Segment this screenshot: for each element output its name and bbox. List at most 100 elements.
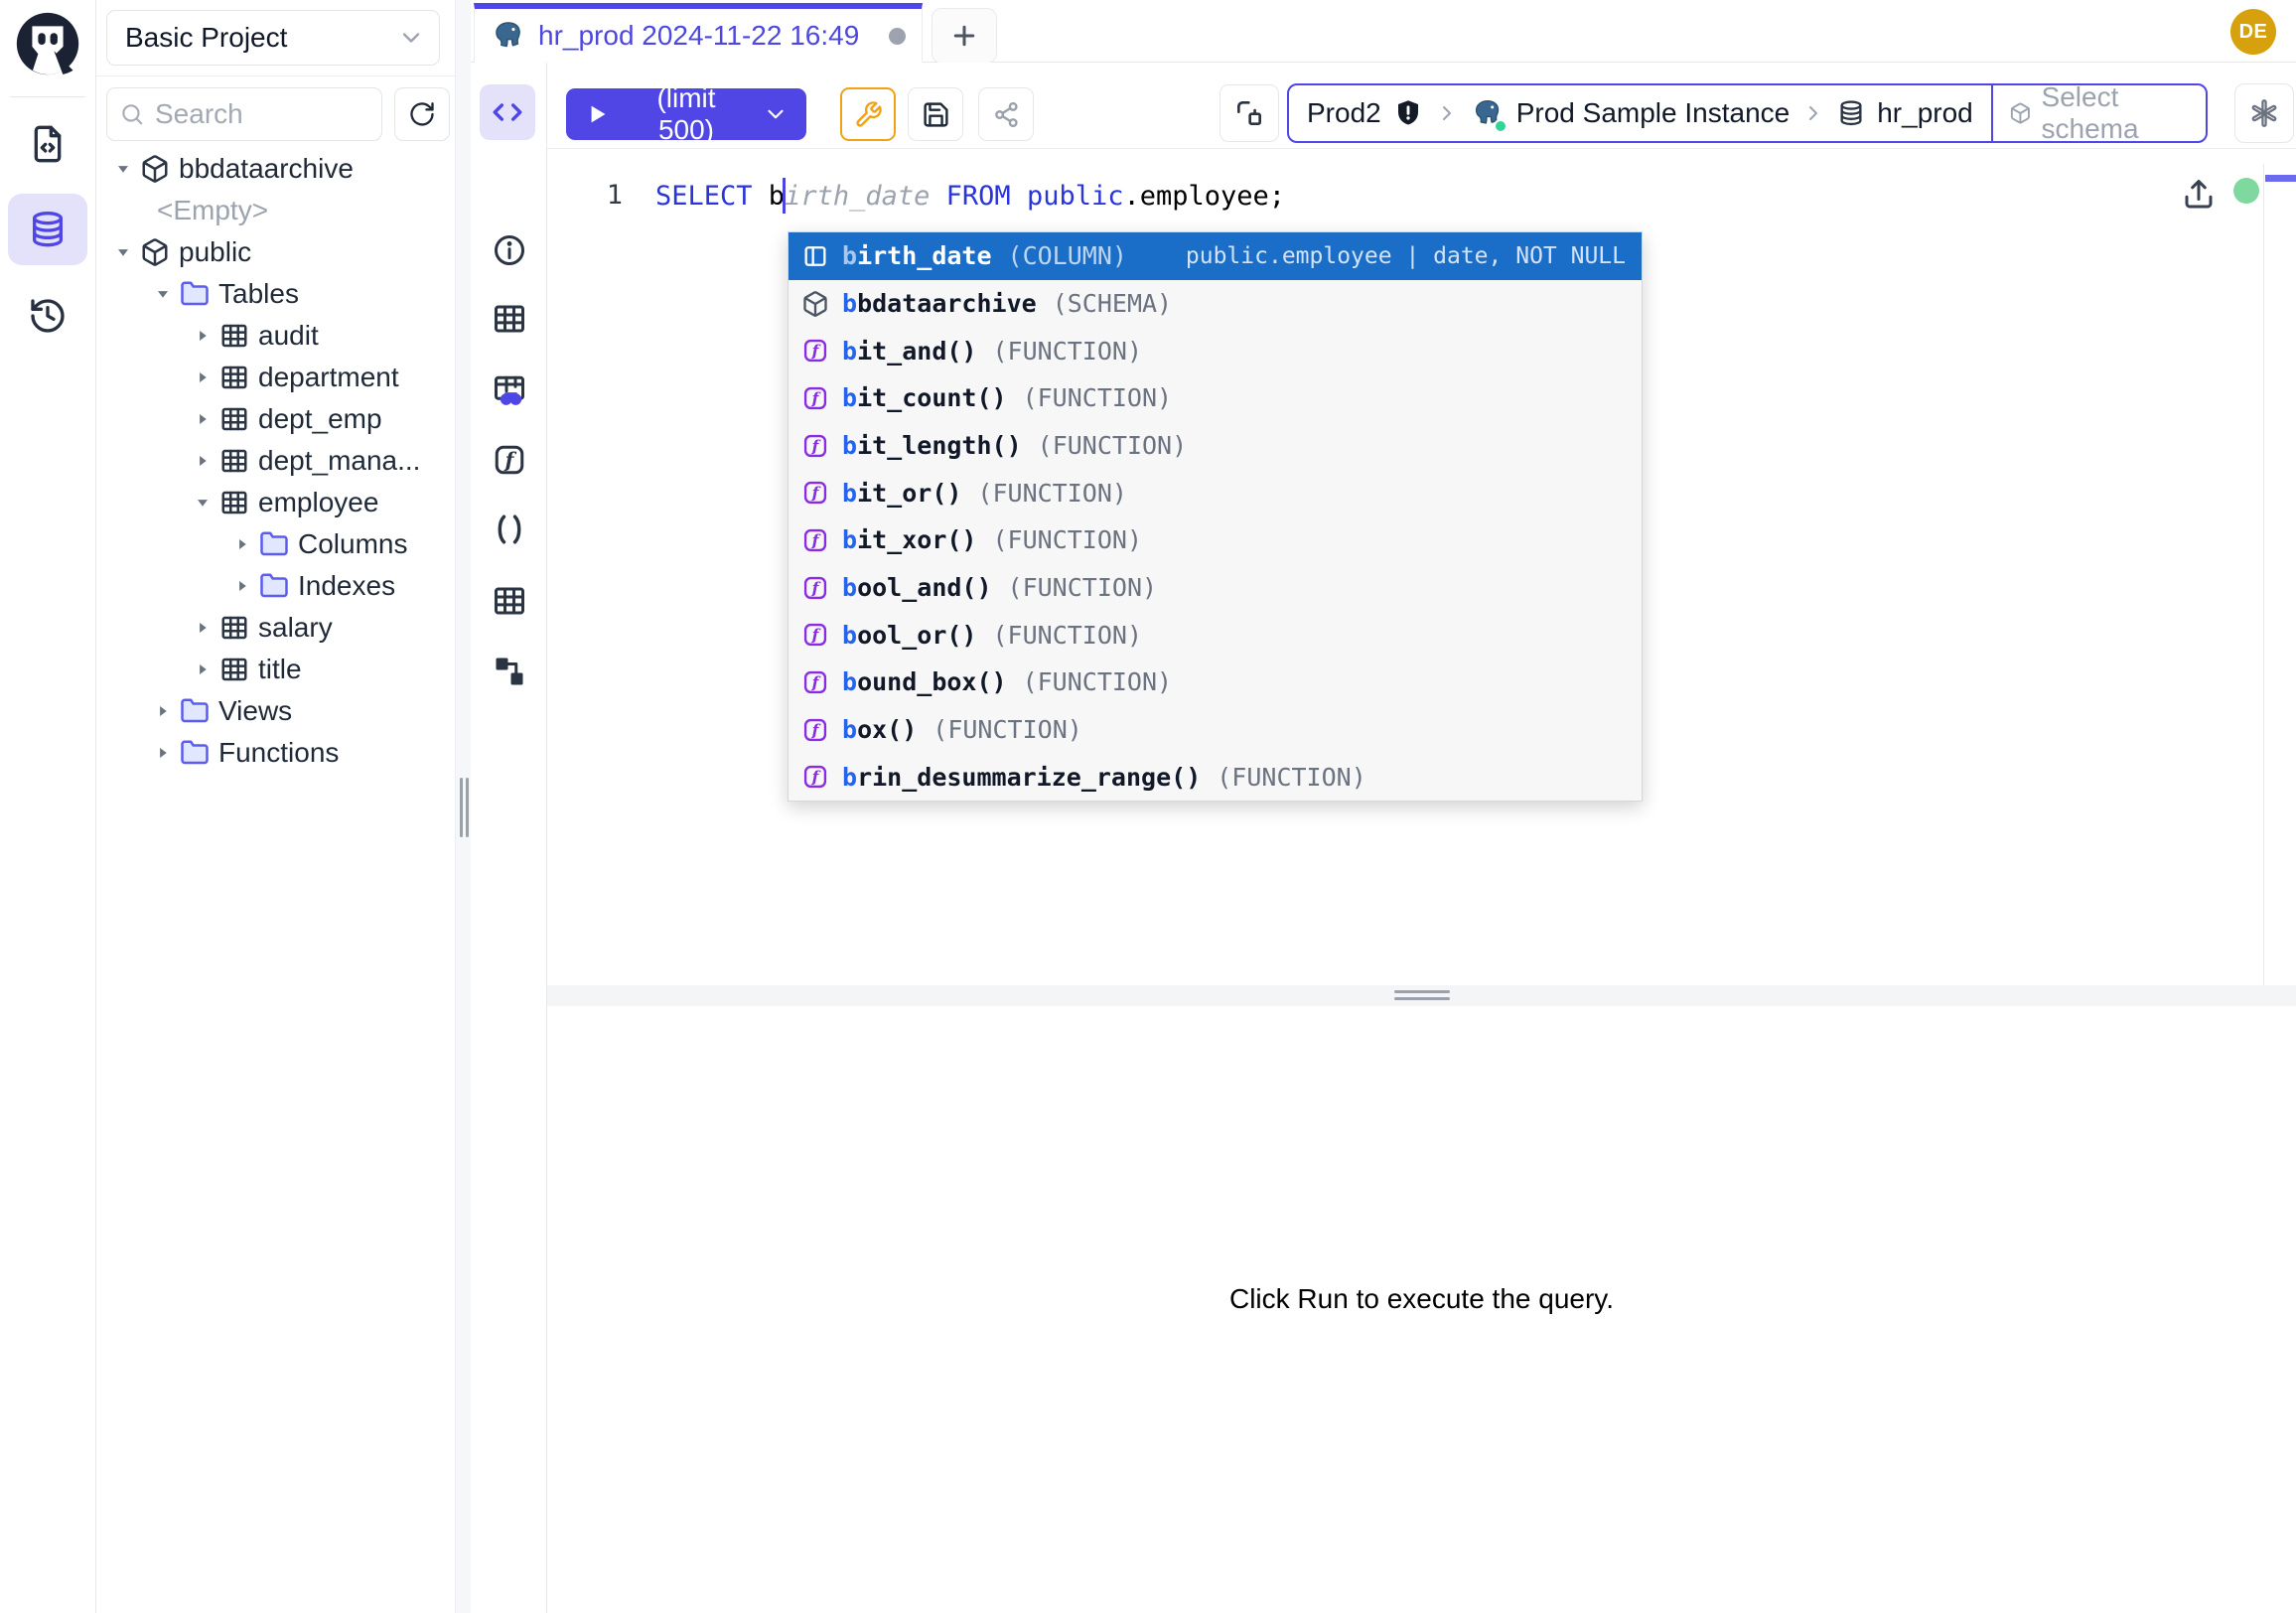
results-empty-message: Click Run to execute the query. — [547, 1283, 2296, 1315]
autocomplete-item-bbdataarchive[interactable]: bbdataarchive(SCHEMA) — [789, 280, 1642, 328]
caret-right-icon[interactable] — [148, 738, 178, 768]
caret-right-icon[interactable] — [188, 446, 217, 476]
tree-item-dept-mana-[interactable]: dept_mana... — [96, 440, 455, 482]
sql-identifier: employee; — [1140, 181, 1285, 212]
svg-text:f: f — [811, 626, 822, 645]
tree-item-columns[interactable]: Columns — [96, 523, 455, 565]
export-icon[interactable] — [2181, 177, 2217, 213]
refresh-button[interactable] — [394, 87, 450, 141]
caret-right-icon[interactable] — [188, 363, 217, 392]
external-tables-button[interactable] — [491, 371, 528, 409]
views-panel-button[interactable] — [491, 582, 528, 620]
tables-panel-button[interactable] — [491, 300, 528, 338]
new-tab-button[interactable] — [932, 8, 997, 64]
autocomplete-item-box[interactable]: fbox()(FUNCTION) — [789, 706, 1642, 754]
caret-right-icon[interactable] — [227, 529, 257, 559]
procedures-panel-button[interactable] — [491, 511, 528, 548]
autocomplete-item-bound_box[interactable]: fbound_box()(FUNCTION) — [789, 659, 1642, 706]
rail-database-button[interactable] — [8, 194, 87, 265]
save-sheet-button[interactable] — [908, 87, 963, 141]
tree-item-salary[interactable]: salary — [96, 607, 455, 649]
schema-diagram-button[interactable] — [491, 653, 528, 690]
svg-text:f: f — [811, 342, 822, 361]
tree-item-label: dept_mana... — [258, 445, 420, 477]
tree-item-bbdataarchive[interactable]: bbdataarchive — [96, 148, 455, 190]
tree-item-public[interactable]: public — [96, 231, 455, 273]
openai-icon — [2247, 96, 2281, 130]
schema-icon — [800, 289, 830, 319]
autocomplete-item-bit_length[interactable]: fbit_length()(FUNCTION) — [789, 422, 1642, 470]
bytebase-logo[interactable] — [14, 10, 81, 77]
search-input[interactable] — [155, 98, 369, 130]
tree-item-indexes[interactable]: Indexes — [96, 565, 455, 607]
caret-right-icon[interactable] — [188, 613, 217, 643]
tree-item-functions[interactable]: Functions — [96, 732, 455, 774]
caret-right-icon[interactable] — [188, 321, 217, 351]
folder-icon — [178, 736, 212, 770]
connection-breadcrumb[interactable]: Prod2 Prod Sample Instance hr_prod Selec… — [1287, 83, 2208, 143]
suggestion-kind: (FUNCTION) — [992, 621, 1142, 650]
tree-item-label: Columns — [298, 528, 407, 560]
info-button[interactable] — [491, 231, 528, 269]
caret-down-icon[interactable] — [188, 488, 217, 517]
splitter-grip — [1394, 990, 1450, 993]
tree-item-label: employee — [258, 487, 378, 518]
schema-sidebar: Basic Project bbdataarchive <Empty>public… — [96, 0, 455, 1613]
share-sheet-button[interactable] — [978, 87, 1034, 141]
suggestion-name: bit_length() — [842, 431, 1022, 460]
autocomplete-item-bit_count[interactable]: fbit_count()(FUNCTION) — [789, 374, 1642, 422]
tree-item--empty-[interactable]: <Empty> — [96, 190, 455, 231]
autocomplete-item-brin_desummarize_range[interactable]: fbrin_desummarize_range()(FUNCTION) — [789, 753, 1642, 801]
run-query-button[interactable]: (limit 500) — [566, 88, 806, 140]
sidebar-splitter[interactable] — [455, 0, 471, 1613]
function-icon: f — [800, 383, 830, 413]
tree-item-label: bbdataarchive — [179, 153, 354, 185]
breadcrumb-path[interactable]: Prod2 Prod Sample Instance hr_prod — [1289, 85, 1991, 141]
autocomplete-item-bool_or[interactable]: fbool_or()(FUNCTION) — [789, 611, 1642, 659]
svg-text:f: f — [811, 436, 822, 455]
connection-status-dot — [2233, 178, 2259, 204]
caret-right-icon[interactable] — [148, 696, 178, 726]
avatar[interactable]: DE — [2230, 9, 2276, 55]
results-splitter[interactable] — [547, 985, 2296, 1006]
autocomplete-item-bit_xor[interactable]: fbit_xor()(FUNCTION) — [789, 516, 1642, 564]
tree-item-dept-emp[interactable]: dept_emp — [96, 398, 455, 440]
play-icon — [584, 101, 610, 127]
functions-panel-button[interactable]: f — [491, 441, 528, 479]
caret-right-icon[interactable] — [227, 571, 257, 601]
tab-hr-prod[interactable]: hr_prod 2024-11-22 16:49 — [474, 3, 923, 63]
table-icon — [217, 653, 251, 686]
caret-down-icon[interactable] — [148, 279, 178, 309]
table-icon — [217, 611, 251, 645]
tree-item-views[interactable]: Views — [96, 690, 455, 732]
connection-button[interactable] — [1220, 84, 1279, 142]
autocomplete-item-bit_and[interactable]: fbit_and()(FUNCTION) — [789, 327, 1642, 374]
code-mode-button[interactable] — [480, 84, 535, 140]
svg-text:f: f — [811, 388, 822, 407]
project-selector[interactable]: Basic Project — [106, 10, 440, 66]
rail-worksheet-button[interactable] — [8, 108, 87, 180]
tree-item-audit[interactable]: audit — [96, 315, 455, 357]
caret-right-icon[interactable] — [188, 404, 217, 434]
function-icon: f — [800, 525, 830, 555]
rail-history-button[interactable] — [8, 280, 87, 352]
suggestion-detail: public.employee | date, NOT NULL — [1186, 243, 1626, 269]
caret-down-icon[interactable] — [108, 154, 138, 184]
code-line[interactable]: SELECT birth_date FROM public.employee; — [655, 176, 1285, 216]
tree-item-title[interactable]: title — [96, 649, 455, 690]
ai-assistant-button[interactable] — [2234, 83, 2294, 143]
sql-editor-pane[interactable]: 1 SELECT birth_date FROM public.employee… — [547, 149, 2296, 985]
tree-item-tables[interactable]: Tables — [96, 273, 455, 315]
caret-down-icon[interactable] — [108, 237, 138, 267]
format-sql-button[interactable] — [840, 87, 896, 141]
tree-item-employee[interactable]: employee — [96, 482, 455, 523]
autocomplete-item-bit_or[interactable]: fbit_or()(FUNCTION) — [789, 469, 1642, 516]
chevron-down-icon[interactable] — [763, 101, 789, 127]
tree-item-label: Functions — [218, 737, 339, 769]
autocomplete-item-birth_date[interactable]: birth_date(COLUMN)public.employee | date… — [789, 232, 1642, 280]
tree-item-department[interactable]: department — [96, 357, 455, 398]
autocomplete-item-bool_and[interactable]: fbool_and()(FUNCTION) — [789, 564, 1642, 612]
caret-right-icon[interactable] — [188, 655, 217, 684]
svg-text:f: f — [811, 720, 822, 739]
schema-selector[interactable]: Select schema — [1991, 85, 2206, 141]
